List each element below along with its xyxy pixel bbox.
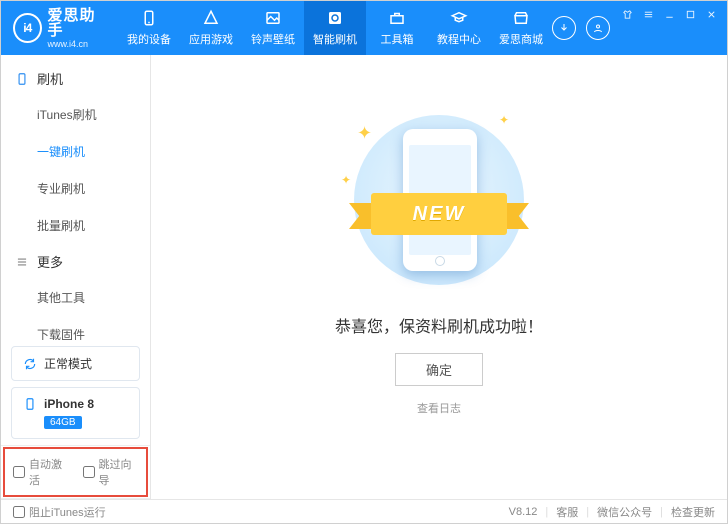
image-icon (264, 9, 282, 27)
sidebar-item-one-click-flash[interactable]: 一键刷机 (1, 133, 150, 170)
toolbox-icon (388, 9, 406, 27)
nav-ringtone-wallpaper[interactable]: 铃声壁纸 (242, 1, 304, 55)
refresh-icon (326, 9, 344, 27)
device-capacity-badge: 64GB (44, 416, 82, 429)
title-bar: i4 爱思助手 www.i4.cn 我的设备 应用游戏 铃声壁纸 智能刷机 工具… (1, 1, 727, 55)
success-message: 恭喜您，保资料刷机成功啦！ (335, 313, 543, 337)
sidebar-section-flash[interactable]: 刷机 (1, 61, 150, 96)
logo-icon: i4 (13, 13, 42, 43)
device-info[interactable]: iPhone 8 64GB (11, 387, 140, 439)
logo-subtitle: www.i4.cn (48, 40, 108, 49)
minimize-icon[interactable] (664, 7, 675, 25)
header-actions (552, 16, 622, 40)
view-log-link[interactable]: 查看日志 (417, 400, 461, 416)
logo: i4 爱思助手 www.i4.cn (1, 8, 118, 49)
sidebar-item-batch-flash[interactable]: 批量刷机 (1, 207, 150, 244)
nav-toolbox[interactable]: 工具箱 (366, 1, 428, 55)
store-icon (512, 9, 530, 27)
auto-activate-checkbox[interactable]: 自动激活 (13, 456, 69, 488)
block-itunes-checkbox[interactable]: 阻止iTunes运行 (13, 504, 106, 520)
support-link[interactable]: 客服 (556, 504, 578, 520)
nav-tutorials[interactable]: 教程中心 (428, 1, 490, 55)
sidebar-item-itunes-flash[interactable]: iTunes刷机 (1, 96, 150, 133)
sidebar: 刷机 iTunes刷机 一键刷机 专业刷机 批量刷机 更多 其他工具 下载固件 … (1, 55, 151, 499)
status-bar: 阻止iTunes运行 V8.12 | 客服 | 微信公众号 | 检查更新 (1, 499, 727, 523)
new-ribbon: NEW (349, 193, 529, 235)
refresh-icon (22, 356, 38, 372)
graduation-icon (450, 9, 468, 27)
nav-store[interactable]: 爱思商城 (490, 1, 552, 55)
version-label: V8.12 (509, 506, 538, 518)
phone-icon (140, 9, 158, 27)
user-button[interactable] (586, 16, 610, 40)
skip-guide-checkbox[interactable]: 跳过向导 (83, 456, 139, 488)
skin-icon[interactable] (622, 7, 633, 25)
sparkle-icon: ✦ (499, 113, 509, 127)
window-controls (622, 1, 727, 55)
sparkle-icon: ✦ (357, 123, 372, 144)
download-button[interactable] (552, 16, 576, 40)
logo-title: 爱思助手 (48, 8, 108, 38)
phone-icon (22, 396, 38, 412)
menu-icon[interactable] (643, 7, 654, 25)
nav-my-devices[interactable]: 我的设备 (118, 1, 180, 55)
sidebar-item-pro-flash[interactable]: 专业刷机 (1, 170, 150, 207)
main-panel: ✦ ✦ ✦ NEW 恭喜您，保资料刷机成功啦！ 确定 查看日志 (151, 55, 727, 499)
nav-smart-flash[interactable]: 智能刷机 (304, 1, 366, 55)
flash-options: 自动激活 跳过向导 (1, 445, 150, 499)
wechat-link[interactable]: 微信公众号 (597, 504, 652, 520)
sidebar-section-more[interactable]: 更多 (1, 244, 150, 279)
sparkle-icon: ✦ (341, 173, 351, 187)
success-illustration: ✦ ✦ ✦ NEW (339, 115, 539, 285)
close-icon[interactable] (706, 7, 717, 25)
sidebar-item-download-firmware[interactable]: 下载固件 (1, 316, 150, 340)
top-nav: 我的设备 应用游戏 铃声壁纸 智能刷机 工具箱 教程中心 爱思商城 (118, 1, 552, 55)
sidebar-item-other-tools[interactable]: 其他工具 (1, 279, 150, 316)
check-update-link[interactable]: 检查更新 (671, 504, 715, 520)
list-icon (15, 255, 29, 269)
phone-icon (15, 72, 29, 86)
device-mode[interactable]: 正常模式 (11, 346, 140, 381)
maximize-icon[interactable] (685, 7, 696, 25)
appstore-icon (202, 9, 220, 27)
device-name: iPhone 8 (44, 397, 94, 411)
ok-button[interactable]: 确定 (395, 353, 483, 386)
nav-apps-games[interactable]: 应用游戏 (180, 1, 242, 55)
